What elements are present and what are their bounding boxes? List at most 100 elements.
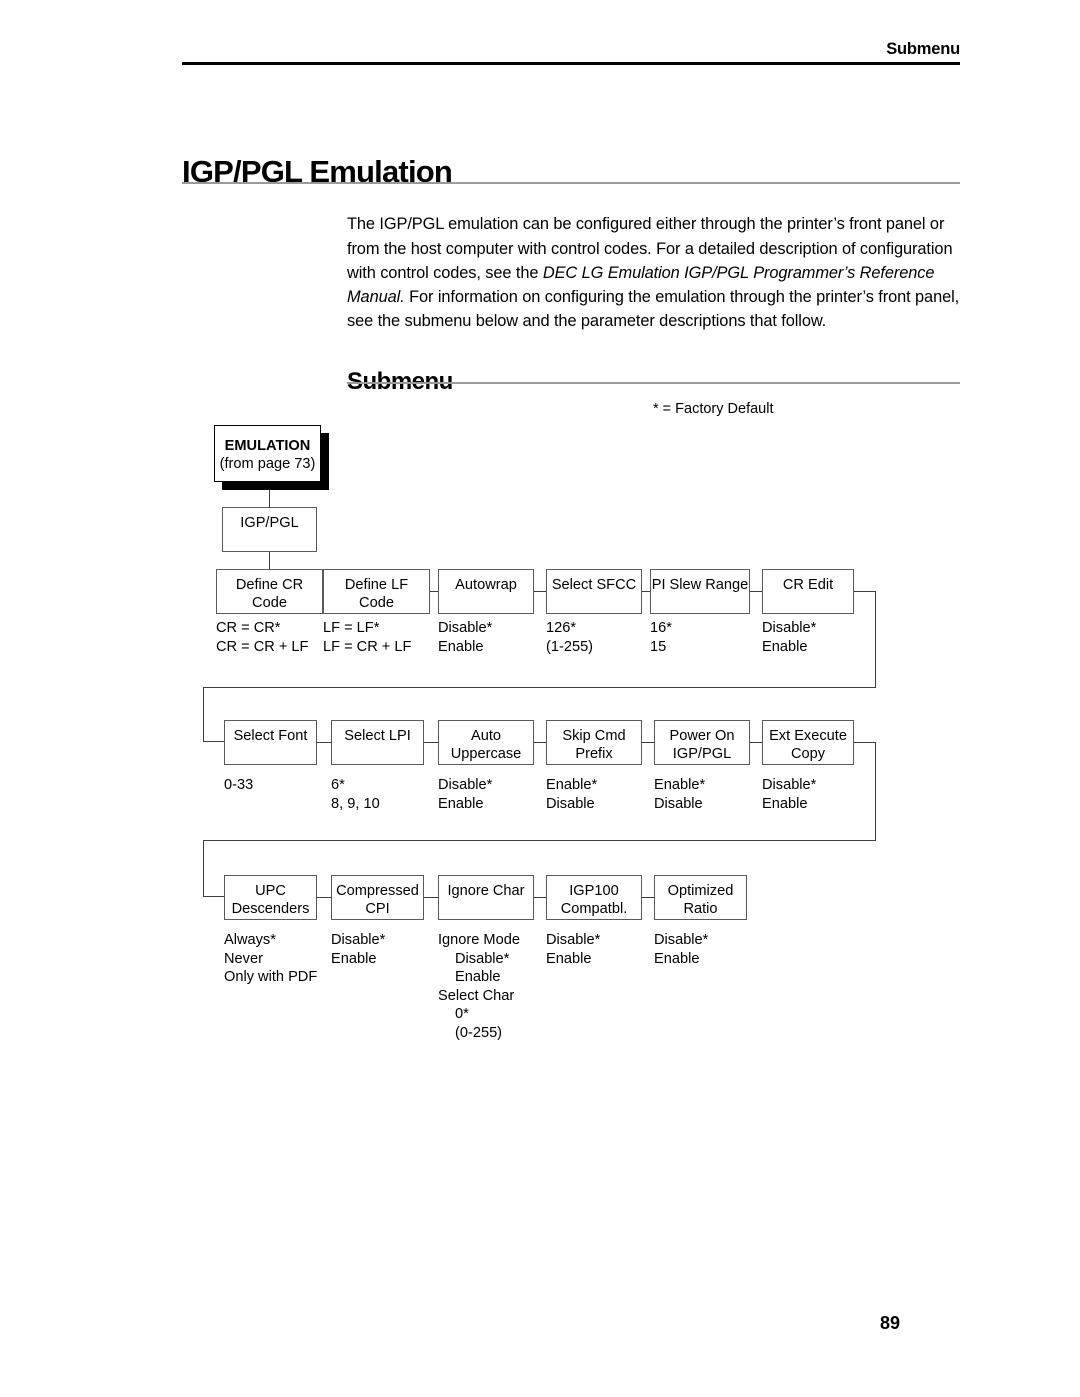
flow-node-label-line: IGP/PGL (672, 745, 732, 762)
flow-option-item: Select Char (438, 987, 515, 1004)
flow-node-select-lpi[interactable]: Select LPI (331, 720, 424, 765)
flow-option-item: Enable (455, 969, 501, 986)
flow-options-ext-execute-copy: Disable* Enable (762, 776, 816, 813)
flow-node-label-line: UPC (255, 883, 286, 899)
flow-node-label-line: Define LF (344, 577, 409, 593)
flow-option-item: 0-33 (224, 777, 254, 793)
flow-node-label-line: Auto (470, 728, 502, 744)
flow-node-autowrap[interactable]: Autowrap (438, 569, 534, 614)
flow-node-emulation[interactable]: EMULATION (from page 73) (214, 425, 321, 482)
flow-node-compressed-cpi[interactable]: Compressed CPI (331, 875, 424, 920)
flow-option-item: Enable (762, 638, 808, 655)
connector-row2-seg1 (317, 742, 332, 744)
flow-node-igp-pgl-label: IGP/PGL (240, 515, 299, 531)
flow-node-select-sfcc[interactable]: Select SFCC (546, 569, 642, 614)
flow-option-item: Enable* (654, 777, 706, 793)
flow-option-item: Enable (438, 638, 484, 655)
connector-branch-to-row1 (269, 552, 271, 569)
connector-wrap2-in (203, 896, 225, 898)
flow-options-optimized-ratio: Disable* Enable (654, 931, 708, 968)
flow-option-item: 0* (455, 1006, 469, 1023)
flow-node-label-line: Ignore Char (447, 883, 525, 899)
flow-option-item: Disable* (331, 932, 386, 948)
flow-option-item: Enable (438, 795, 484, 812)
flow-node-label-line: Ratio (683, 900, 718, 917)
flow-options-power-on-igp-pgl: Enable* Disable (654, 776, 705, 813)
flow-options-select-sfcc: 126* (1-255) (546, 619, 593, 656)
flow-node-label-line: Select LPI (344, 728, 411, 744)
flow-node-pi-slew-range[interactable]: PI Slew Range (650, 569, 750, 614)
flow-options-autowrap: Disable* Enable (438, 619, 492, 656)
flow-node-label-line: Compressed (336, 883, 419, 899)
flow-option-item: Disable (546, 795, 595, 812)
flow-node-label-line: Ext Execute (769, 728, 847, 744)
flow-node-label-line: Select Font (233, 728, 308, 744)
flow-node-igp-pgl[interactable]: IGP/PGL (222, 507, 317, 552)
connector-wrap2-back (203, 840, 876, 842)
flow-options-select-lpi: 6* 8, 9, 10 (331, 776, 380, 813)
flow-option-item: Disable (654, 795, 703, 812)
flow-options-cr-edit: Disable* Enable (762, 619, 816, 656)
flow-node-label-line: Select SFCC (551, 577, 637, 593)
connector-wrap2-drop (203, 840, 205, 897)
flow-option-item: Enable (762, 795, 808, 812)
flow-option-item: Enable (654, 950, 700, 967)
flow-options-select-font: 0-33 (224, 776, 253, 795)
flow-option-item: Enable* (546, 777, 598, 793)
flow-node-define-cr-code[interactable]: Define CR Code (216, 569, 323, 614)
flow-option-item: LF = LF* (323, 620, 380, 636)
flow-option-item: Disable* (438, 777, 493, 793)
flow-node-emulation-title: EMULATION (224, 438, 311, 454)
flow-node-label-line: Skip Cmd (562, 728, 626, 744)
connector-wrap1-drop (203, 687, 205, 742)
flow-option-item: Never (224, 950, 263, 967)
flow-options-define-cr-code: CR = CR* CR = CR + LF (216, 619, 308, 656)
flow-node-auto-uppercase[interactable]: Auto Uppercase (438, 720, 534, 765)
flow-node-define-lf-code[interactable]: Define LF Code (323, 569, 430, 614)
flow-node-power-on-igp-pgl[interactable]: Power On IGP/PGL (654, 720, 750, 765)
flow-options-igp100-compatbl: Disable* Enable (546, 931, 600, 968)
flow-node-optimized-ratio[interactable]: Optimized Ratio (654, 875, 747, 920)
flow-option-item: CR = CR + LF (216, 638, 309, 655)
submenu-flow-diagram: EMULATION (from page 73) IGP/PGL Define … (0, 0, 1080, 1397)
flow-node-ext-execute-copy[interactable]: Ext Execute Copy (762, 720, 854, 765)
flow-option-item: 6* (331, 777, 345, 793)
connector-row2-seg2 (424, 742, 439, 744)
flow-option-item: Ignore Mode (438, 932, 520, 948)
flow-option-item: Enable (331, 950, 377, 967)
flow-option-item: Always* (224, 932, 276, 948)
flow-node-label-line: Optimized (667, 883, 734, 899)
flow-node-label-line: Power On (669, 728, 735, 744)
flow-node-label-line: Copy (790, 745, 826, 762)
flow-node-igp100-compatbl[interactable]: IGP100 Compatbl. (546, 875, 642, 920)
connector-wrap1-in (203, 741, 225, 743)
flow-node-label-line: Descenders (231, 900, 310, 917)
flow-options-ignore-char: Ignore Mode Disable* Enable Select Char 0* (0… (438, 931, 520, 1043)
flow-option-item: CR = CR* (216, 620, 281, 636)
flow-node-label-line: IGP100 (569, 883, 619, 899)
flow-node-cr-edit[interactable]: CR Edit (762, 569, 854, 614)
flow-option-item: (0-255) (455, 1024, 503, 1041)
flow-option-item: Only with PDF (224, 969, 318, 986)
flow-node-label-line: CR Edit (782, 577, 834, 593)
flow-option-item: 15 (650, 638, 667, 655)
connector-wrap1-out (854, 591, 876, 593)
flow-option-item: Disable* (762, 620, 817, 636)
flow-node-emulation-subtitle: (from page 73) (219, 455, 316, 472)
flow-option-item: LF = CR + LF (323, 638, 412, 655)
flow-node-upc-descenders[interactable]: UPC Descenders (224, 875, 317, 920)
flow-node-label-line: Code (359, 594, 394, 611)
connector-wrap2-out (854, 742, 876, 744)
connector-wrap2-down (875, 742, 877, 841)
flow-node-label-line: Compatbl. (560, 900, 628, 917)
flow-node-select-font[interactable]: Select Font (224, 720, 317, 765)
flow-node-label-line: PI Slew Range (651, 577, 749, 593)
flow-node-skip-cmd-prefix[interactable]: Skip Cmd Prefix (546, 720, 642, 765)
flow-option-item: Disable* (546, 932, 601, 948)
flow-option-item: (1-255) (546, 638, 594, 655)
flow-option-item: 8, 9, 10 (331, 795, 380, 812)
flow-node-label-line: CPI (365, 900, 390, 917)
flow-options-pi-slew-range: 16* 15 (650, 619, 672, 656)
flow-options-define-lf-code: LF = LF* LF = CR + LF (323, 619, 411, 656)
flow-node-ignore-char[interactable]: Ignore Char (438, 875, 534, 920)
